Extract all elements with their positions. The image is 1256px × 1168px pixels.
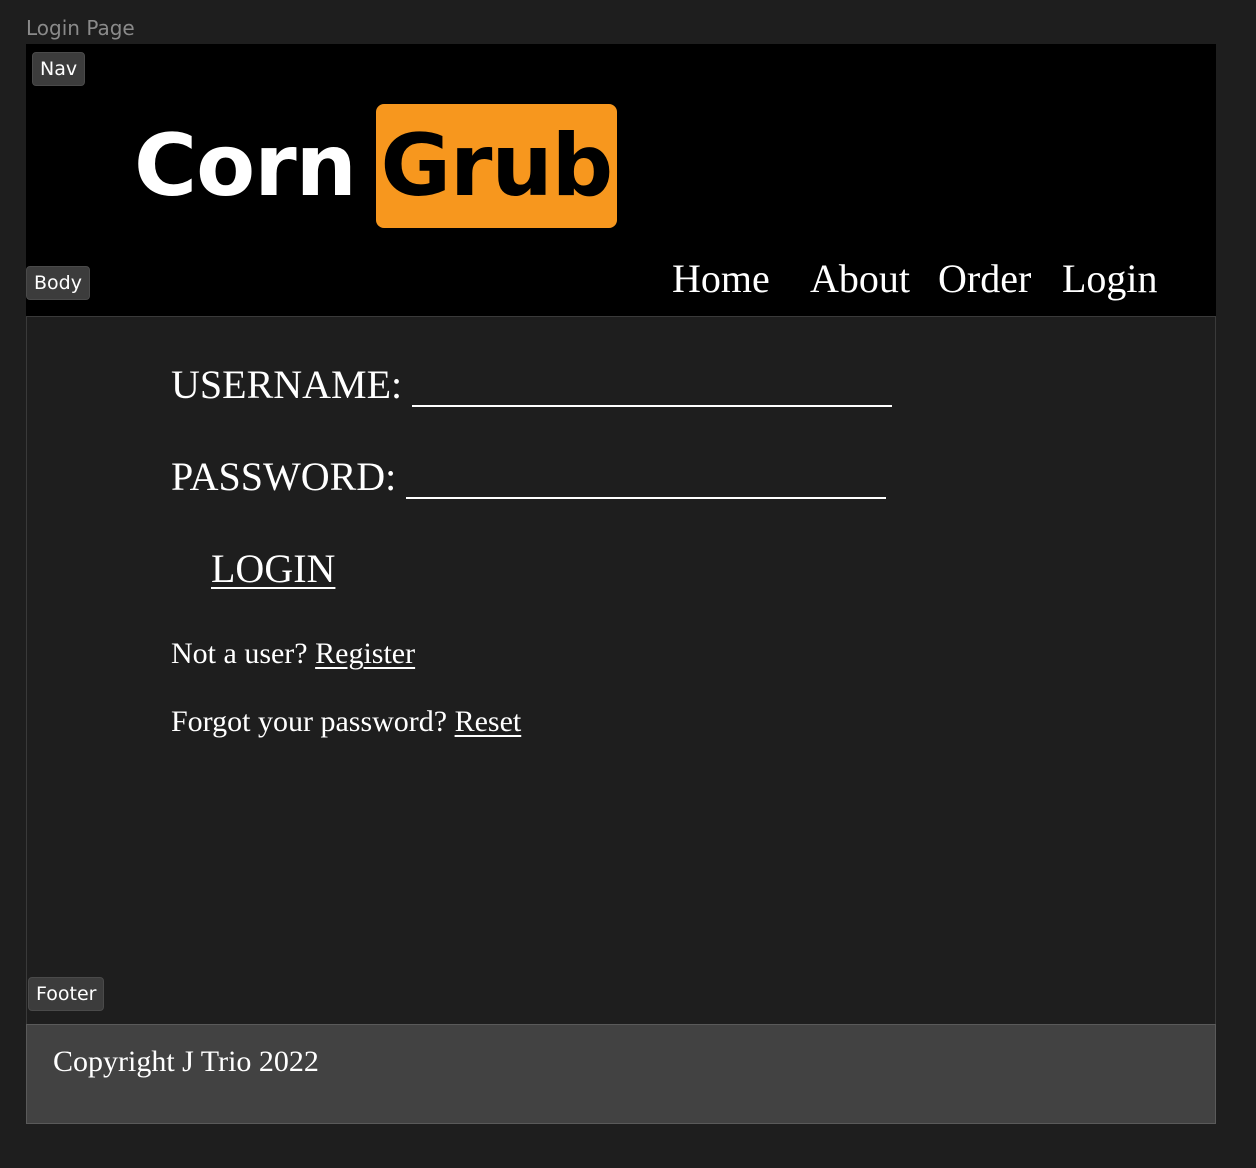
nav-section-tag: Nav (32, 52, 86, 86)
logo-corn-text: Corn (134, 116, 357, 216)
reset-link[interactable]: Reset (455, 705, 522, 738)
logo-grub-badge: Grub (375, 104, 617, 228)
password-input[interactable] (406, 457, 887, 499)
register-link[interactable]: Register (315, 637, 415, 670)
password-label: PASSWORD: (171, 454, 397, 499)
frame-label: Login Page (26, 16, 135, 40)
username-label: USERNAME: (171, 362, 403, 407)
footer-section-tag: Footer (28, 977, 105, 1011)
register-line: Not a user? Register (171, 635, 415, 673)
register-prompt: Not a user? (171, 637, 308, 670)
nav-link-login[interactable]: Login (1062, 254, 1158, 304)
nav-links: Home About Order Login (26, 254, 1216, 304)
body-section-tag: Body (26, 266, 90, 300)
footer: Copyright J Trio 2022 (26, 1024, 1216, 1124)
reset-prompt: Forgot your password? (171, 705, 448, 738)
nav-link-about[interactable]: About (810, 254, 910, 304)
nav-link-home[interactable]: Home (672, 254, 770, 304)
username-input[interactable] (412, 365, 893, 407)
password-row: PASSWORD: (171, 453, 887, 501)
body-area: USERNAME: PASSWORD: LOGIN Not a user? Re… (26, 316, 1216, 1026)
logo-grub-text: Grub (380, 116, 613, 216)
login-page-artboard: Nav Corn Grub Home About Order Login Bod… (26, 44, 1216, 1124)
nav-bar: Nav Corn Grub Home About Order Login Bod… (26, 44, 1216, 316)
username-row: USERNAME: (171, 361, 893, 409)
reset-line: Forgot your password? Reset (171, 703, 521, 741)
nav-link-order[interactable]: Order (938, 254, 1031, 304)
copyright-text: Copyright J Trio 2022 (53, 1045, 319, 1078)
login-button[interactable]: LOGIN (211, 545, 335, 593)
logo[interactable]: Corn Grub (134, 104, 617, 228)
